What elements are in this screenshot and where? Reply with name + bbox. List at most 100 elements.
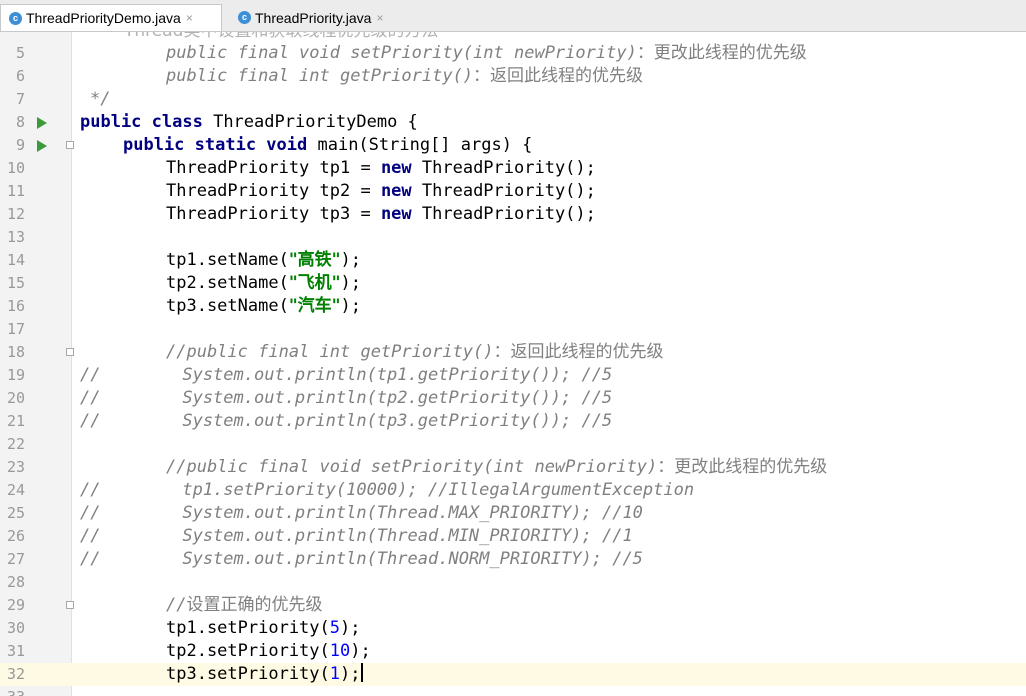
line-number: 27	[6, 550, 25, 568]
code-line: 26 // System.out.println(Thread.MIN_PRIO…	[0, 525, 1026, 548]
current-code-line: 32 tp3.setPriority(1);	[0, 663, 1026, 686]
code-text: );	[350, 641, 371, 661]
code-text: ThreadPriority();	[411, 158, 596, 178]
code-editor[interactable]: Thread类中设置和获取线程优先级的方法 5 public final voi…	[0, 32, 1026, 696]
line-number: 21	[6, 412, 25, 430]
keyword: public class	[80, 112, 203, 132]
code-text: );	[340, 296, 362, 316]
code-text: main(String[] args) {	[317, 135, 533, 155]
comment-text: public final int getPriority()	[166, 66, 474, 86]
code-line: 11 ThreadPriority tp2 = new ThreadPriori…	[0, 180, 1026, 203]
code-text: ThreadPriority tp2 =	[166, 181, 381, 201]
code-line: 14 tp1.setName("高铁");	[0, 249, 1026, 272]
number-literal: 5	[329, 618, 341, 638]
comment-text: ：返回此线程的优先级	[493, 342, 664, 362]
code-text: tp3.setName(	[166, 296, 289, 316]
comment-text: ：返回此线程的优先级	[473, 66, 644, 86]
code-line: 22	[0, 433, 1026, 456]
line-number: 17	[6, 320, 25, 338]
keyword: new	[380, 204, 412, 224]
comment-text: */	[90, 89, 111, 109]
line-number: 6	[15, 67, 25, 85]
code-line: 12 ThreadPriority tp3 = new ThreadPriori…	[0, 203, 1026, 226]
editor-tab-bar: c ThreadPriorityDemo.java × c ThreadPrio…	[0, 0, 1026, 32]
line-number: 26	[6, 527, 25, 545]
line-number: 15	[6, 274, 25, 292]
code-line: 30 tp1.setPriority(5);	[0, 617, 1026, 640]
code-line: 27 // System.out.println(Thread.NORM_PRI…	[0, 548, 1026, 571]
comment-text: // System.out.println(Thread.NORM_PRIORI…	[80, 549, 643, 569]
comment-text: // tp1.setPriority(10000); //IllegalArgu…	[80, 480, 695, 500]
keyword: new	[380, 158, 412, 178]
line-number: 22	[6, 435, 25, 453]
keyword: new	[380, 181, 412, 201]
tab-thread-priority[interactable]: c ThreadPriority.java ×	[230, 4, 412, 31]
line-number: 16	[6, 297, 25, 315]
line-number: 14	[6, 251, 25, 269]
line-number: 9	[15, 136, 25, 154]
class-icon: c	[9, 11, 22, 25]
fold-icon[interactable]	[66, 601, 74, 609]
code-line: 31 tp2.setPriority(10);	[0, 640, 1026, 663]
line-number: 29	[6, 596, 25, 614]
comment-text: // System.out.println(Thread.MIN_PRIORIT…	[80, 526, 633, 546]
code-line: 15 tp2.setName("飞机");	[0, 272, 1026, 295]
line-number: 11	[6, 182, 25, 200]
tab-label: ThreadPriorityDemo.java	[26, 10, 181, 26]
code-text: ThreadPriority();	[411, 181, 596, 201]
code-text: );	[340, 273, 362, 293]
line-number: 32	[6, 665, 25, 683]
run-icon[interactable]	[37, 117, 47, 129]
comment-text: //public final int getPriority()	[166, 342, 494, 362]
code-text: tp3.setPriority(	[166, 664, 330, 684]
fold-icon[interactable]	[66, 348, 74, 356]
tab-thread-priority-demo[interactable]: c ThreadPriorityDemo.java ×	[0, 4, 222, 31]
string-literal: "飞机"	[288, 273, 341, 293]
code-text: );	[340, 664, 361, 684]
code-line: 23 //public final void setPriority(int n…	[0, 456, 1026, 479]
code-text: ThreadPriorityDemo {	[213, 112, 418, 132]
close-icon[interactable]: ×	[186, 11, 193, 25]
line-number: 5	[15, 44, 25, 62]
code-text: ThreadPriority();	[411, 204, 596, 224]
comment-text: // System.out.println(tp2.getPriority())…	[80, 388, 613, 408]
code-text: );	[340, 250, 362, 270]
number-literal: 1	[329, 664, 341, 684]
code-line: 8 public class ThreadPriorityDemo {	[0, 111, 1026, 134]
line-number: 19	[6, 366, 25, 384]
line-number: 12	[6, 205, 25, 223]
code-line: 21 // System.out.println(tp3.getPriority…	[0, 410, 1026, 433]
run-icon[interactable]	[37, 140, 47, 152]
code-line: 18 //public final int getPriority()：返回此线…	[0, 341, 1026, 364]
comment-text: public final void setPriority(int newPri…	[166, 43, 637, 63]
code-text: );	[340, 618, 361, 638]
code-line: 13	[0, 226, 1026, 249]
line-number: 23	[6, 458, 25, 476]
code-text: ThreadPriority tp1 =	[166, 158, 381, 178]
line-number: 7	[15, 90, 25, 108]
code-line: 17	[0, 318, 1026, 341]
code-line: 9 public static void main(String[] args)…	[0, 134, 1026, 157]
text-caret	[360, 663, 363, 682]
line-number: 24	[6, 481, 25, 499]
line-number: 10	[6, 159, 25, 177]
comment-text: // System.out.println(Thread.MAX_PRIORIT…	[80, 503, 643, 523]
code-line: 33	[0, 686, 1026, 696]
string-literal: "汽车"	[288, 296, 341, 316]
comment-text: // System.out.println(tp1.getPriority())…	[80, 365, 613, 385]
line-number: 13	[6, 228, 25, 246]
code-line: 25 // System.out.println(Thread.MAX_PRIO…	[0, 502, 1026, 525]
fold-icon[interactable]	[66, 141, 74, 149]
close-icon[interactable]: ×	[376, 11, 383, 25]
line-number: 33	[0, 686, 25, 696]
line-number: 28	[6, 573, 25, 591]
code-text: tp1.setPriority(	[166, 618, 330, 638]
comment-text: ：更改此线程的优先级	[657, 457, 828, 477]
line-number: 18	[6, 343, 25, 361]
comment-text: Thread类中设置和获取线程优先级的方法	[124, 32, 438, 41]
number-literal: 10	[329, 641, 351, 661]
keyword: public static void	[123, 135, 308, 155]
line-number: 20	[6, 389, 25, 407]
comment-text: ：更改此线程的优先级	[636, 43, 807, 63]
code-line: 19 // System.out.println(tp1.getPriority…	[0, 364, 1026, 387]
